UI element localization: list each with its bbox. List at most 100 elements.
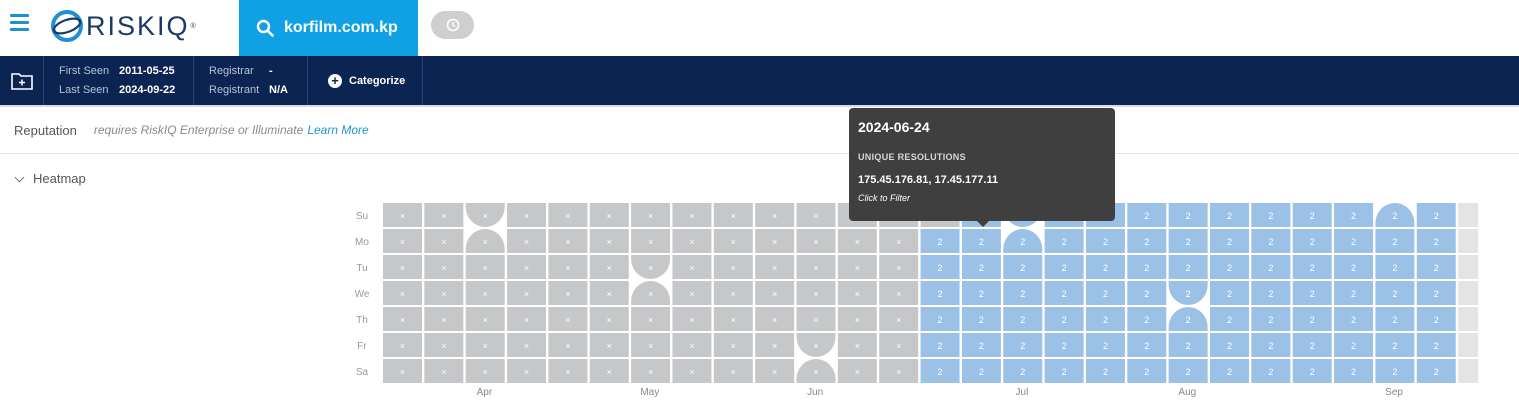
heatmap-cell-label: × <box>896 367 901 377</box>
heatmap-cell-label: 2 <box>1434 367 1439 377</box>
heatmap-cell <box>1458 203 1479 227</box>
heatmap-cell-label: × <box>607 315 612 325</box>
heatmap-cell-label: 2 <box>1392 341 1397 351</box>
heatmap-cell-label: × <box>689 263 694 273</box>
heatmap-cell-label: 2 <box>1227 263 1232 273</box>
heatmap-cell-label: 2 <box>1186 289 1191 299</box>
day-label: Fr <box>357 341 367 352</box>
heatmap-cell-label: 2 <box>1310 341 1315 351</box>
heatmap-cell-label: × <box>483 211 488 221</box>
heatmap-cell-label: × <box>772 263 777 273</box>
day-label: Sa <box>356 367 369 378</box>
heatmap-cell-label: 2 <box>979 237 984 247</box>
heatmap-cell-label: × <box>648 211 653 221</box>
day-label: We <box>355 289 370 300</box>
heatmap-cell-label: 2 <box>1062 341 1067 351</box>
heatmap-cell-label: × <box>731 237 736 247</box>
heatmap-cell-label: × <box>607 341 612 351</box>
heatmap-cell-label: 2 <box>979 289 984 299</box>
heatmap-cell-label: × <box>607 211 612 221</box>
heatmap-cell-label: 2 <box>938 289 943 299</box>
heatmap-cell-label: 2 <box>979 341 984 351</box>
heatmap-cell-label: × <box>813 367 818 377</box>
heatmap-cell-label: × <box>648 315 653 325</box>
heatmap-cell-label: 2 <box>1310 367 1315 377</box>
heatmap-cell-label: 2 <box>1351 367 1356 377</box>
heatmap-cell-label: × <box>483 341 488 351</box>
heatmap-cell-label: 2 <box>1186 263 1191 273</box>
heatmap-cell-label: × <box>524 315 529 325</box>
heatmap-cell-label: 2 <box>1310 211 1315 221</box>
heatmap-cell-label: × <box>813 289 818 299</box>
month-label: Aug <box>1178 387 1196 398</box>
heatmap-cell-label: 2 <box>979 263 984 273</box>
heatmap-cell-label: 2 <box>1186 237 1191 247</box>
tooltip-date: 2024-06-24 <box>858 119 930 135</box>
heatmap-cell-label: × <box>524 211 529 221</box>
heatmap-cell-label: × <box>483 367 488 377</box>
heatmap-cell-label: 2 <box>1227 367 1232 377</box>
heatmap-cell-label: 2 <box>1103 315 1108 325</box>
heatmap-cell-label: × <box>483 237 488 247</box>
heatmap-cell-label: 2 <box>1434 263 1439 273</box>
heatmap-cell-label: × <box>813 211 818 221</box>
heatmap-cell-label: 2 <box>1268 237 1273 247</box>
heatmap-cell-label: × <box>441 367 446 377</box>
heatmap-cell-label: 2 <box>979 367 984 377</box>
day-label: Su <box>356 211 368 222</box>
heatmap-cell-label: 2 <box>1227 341 1232 351</box>
heatmap-cell-label: 2 <box>1186 315 1191 325</box>
heatmap-cell-label: × <box>855 341 860 351</box>
heatmap-cell-label: 2 <box>1103 289 1108 299</box>
heatmap-cell-label: 2 <box>1144 263 1149 273</box>
heatmap-cell-label: × <box>648 367 653 377</box>
heatmap-cell-label: × <box>896 289 901 299</box>
heatmap-cell <box>1458 281 1479 305</box>
heatmap-cell-label: 2 <box>1186 367 1191 377</box>
heatmap-cell-label: × <box>772 315 777 325</box>
heatmap-cell-label: × <box>524 367 529 377</box>
heatmap-cell-label: 2 <box>1351 315 1356 325</box>
heatmap-cell-label: 2 <box>1351 211 1356 221</box>
heatmap-cell-label: 2 <box>1268 341 1273 351</box>
heatmap-cell-label: × <box>731 315 736 325</box>
heatmap-cell-label: × <box>813 315 818 325</box>
heatmap-cell-label: 2 <box>1434 315 1439 325</box>
heatmap-cell <box>1458 307 1479 331</box>
heatmap-cell-label: × <box>565 237 570 247</box>
heatmap-cell-label: × <box>772 341 777 351</box>
heatmap-cell-label: 2 <box>1392 263 1397 273</box>
heatmap-cell-label: × <box>855 237 860 247</box>
heatmap-cell-label: 2 <box>1020 237 1025 247</box>
heatmap-chart: Su Mo Tu We Th Fr Sa × × × × × × × × × × × × × × × × × × × × × × × × × ×… <box>355 203 1479 398</box>
heatmap-cell-label: × <box>441 211 446 221</box>
heatmap-cell-label: 2 <box>1103 237 1108 247</box>
heatmap-cell-label: × <box>400 263 405 273</box>
heatmap-cell-label: 2 <box>1144 289 1149 299</box>
heatmap-cell-label: × <box>855 289 860 299</box>
heatmap-cell-label: × <box>855 367 860 377</box>
heatmap-cell-label: × <box>441 263 446 273</box>
heatmap-cell-label: × <box>400 237 405 247</box>
heatmap-cell-label: 2 <box>1310 237 1315 247</box>
heatmap-cell-label: 2 <box>1062 237 1067 247</box>
heatmap-cell-label: × <box>648 263 653 273</box>
heatmap-cell-label: 2 <box>1144 315 1149 325</box>
tooltip-arrow <box>977 221 989 227</box>
heatmap-cell-label: 2 <box>1020 289 1025 299</box>
heatmap-cell-label: × <box>731 211 736 221</box>
heatmap-cell-label: 2 <box>1103 367 1108 377</box>
month-label: Apr <box>477 387 493 398</box>
heatmap-cell-label: × <box>648 237 653 247</box>
heatmap-cell-label: 2 <box>1020 341 1025 351</box>
heatmap-cell-label: × <box>607 367 612 377</box>
heatmap-cell-label: × <box>813 263 818 273</box>
heatmap-cell-label: × <box>441 315 446 325</box>
heatmap-cell-label: × <box>896 315 901 325</box>
heatmap-cell-label: × <box>565 315 570 325</box>
month-label: May <box>640 387 659 398</box>
heatmap-cell-label: × <box>689 315 694 325</box>
heatmap-tooltip[interactable]: 2024-06-24 UNIQUE RESOLUTIONS 175.45.176… <box>849 108 1115 221</box>
heatmap-cell-label: × <box>896 237 901 247</box>
heatmap-cell <box>1458 255 1479 279</box>
